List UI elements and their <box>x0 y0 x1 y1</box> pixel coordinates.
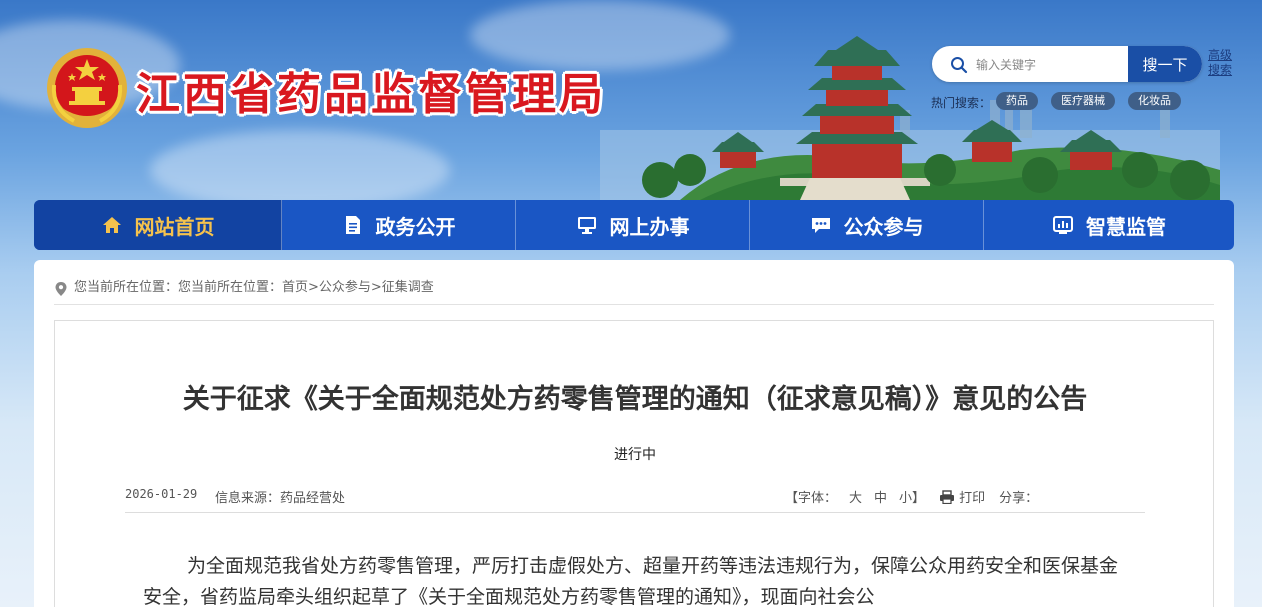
dashboard-icon <box>1053 216 1073 234</box>
nav-item-home[interactable]: 网站首页 <box>34 200 282 250</box>
search-icon <box>951 57 968 74</box>
nav-item-label: 政务公开 <box>375 214 456 239</box>
location-pin-icon <box>55 282 67 296</box>
print-button[interactable]: 打印 <box>959 487 985 506</box>
font-small-button[interactable]: 小】 <box>899 487 925 506</box>
share-label: 分享： <box>999 491 1039 506</box>
hot-search-label: 热门搜索： <box>931 96 992 110</box>
document-icon <box>345 216 360 234</box>
font-size-label: 【字体： <box>785 491 838 506</box>
breadcrumb-path[interactable]: 您当前所在位置：首页>公众参与>征集调查 <box>178 280 434 295</box>
hot-tag-cosmetics[interactable]: 化妆品 <box>1128 92 1181 110</box>
article-meta: 2026-01-29 信息来源：药品经营处 【字体： 大 中 小】 打印 分享： <box>125 481 1145 513</box>
status-label: 进行中 <box>614 447 656 463</box>
nav-item-public-participation[interactable]: 公众参与 <box>750 200 984 250</box>
nav-item-label: 智慧监管 <box>1086 214 1166 239</box>
nav-item-label: 网站首页 <box>134 214 215 239</box>
site-title: 江西省药品监督管理局 <box>136 69 606 120</box>
search-box: 搜一下 <box>932 46 1202 82</box>
nav-item-label: 公众参与 <box>843 214 924 239</box>
article-tools: 【字体： 大 中 小】 打印 分享： <box>785 487 1044 506</box>
home-icon <box>102 217 121 233</box>
info-source: 信息来源：药品经营处 <box>215 491 346 506</box>
cloud-decoration <box>150 130 450 200</box>
nav-item-smart-supervision[interactable]: 智慧监管 <box>984 200 1234 250</box>
national-emblem-logo[interactable] <box>44 45 130 131</box>
printer-icon[interactable] <box>939 489 955 504</box>
site-header: 江西省药品监督管理局 输入关键字 搜一下 高级搜索 热门搜索： 药品 医疗器械 … <box>0 0 1262 200</box>
article: 关于征求《关于全面规范处方药零售管理的通知（征求意见稿）》意见的公告 进行中 2… <box>54 320 1214 607</box>
article-title: 关于征求《关于全面规范处方药零售管理的通知（征求意见稿）》意见的公告 <box>182 384 1088 415</box>
hot-tag-drugs[interactable]: 药品 <box>996 92 1038 110</box>
publish-date: 2026-01-29 <box>125 487 198 501</box>
advanced-search-link[interactable]: 高级搜索 <box>1208 48 1238 78</box>
monitor-icon <box>577 217 596 234</box>
search-input[interactable] <box>976 54 1126 76</box>
font-medium-button[interactable]: 中 <box>874 487 887 506</box>
breadcrumb-prefix: 您当前所在位置： <box>74 280 179 295</box>
font-large-button[interactable]: 大 <box>849 487 862 506</box>
main-nav: 网站首页 政务公开 网上办事 公众参与 智慧监管 <box>34 200 1234 250</box>
hot-tag-medical-devices[interactable]: 医疗器械 <box>1051 92 1115 110</box>
chat-icon <box>811 218 830 233</box>
nav-item-online-services[interactable]: 网上办事 <box>516 200 750 250</box>
nav-item-government-affairs[interactable]: 政务公开 <box>282 200 516 250</box>
search-button[interactable]: 搜一下 <box>1128 46 1202 82</box>
breadcrumb: 您当前所在位置：您当前所在位置：首页>公众参与>征集调查 <box>54 279 1214 305</box>
article-body: 为全面规范我省处方药零售管理，严厉打击虚假处方、超量开药等违法违规行为，保障公众… <box>143 555 1119 607</box>
nav-item-label: 网上办事 <box>609 214 690 239</box>
